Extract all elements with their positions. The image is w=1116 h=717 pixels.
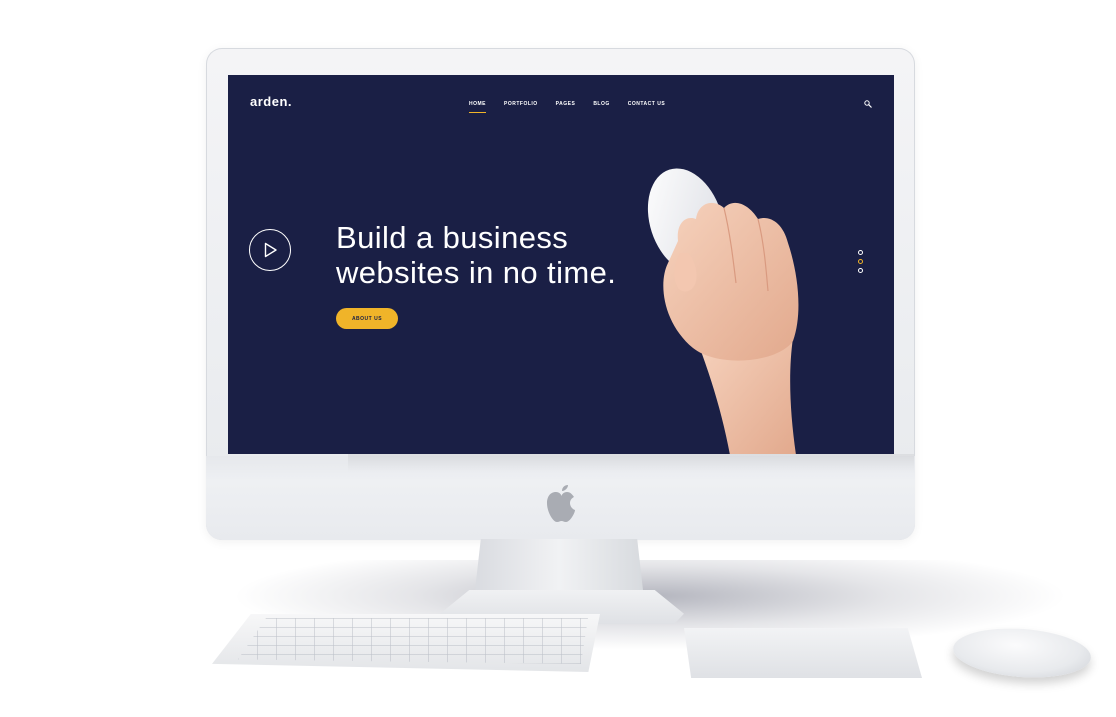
play-icon bbox=[264, 242, 277, 258]
about-us-button[interactable]: ABOUT US bbox=[336, 308, 398, 329]
nav-portfolio[interactable]: PORTFOLIO bbox=[504, 101, 538, 112]
chin-shadow bbox=[348, 454, 914, 472]
trackpad bbox=[684, 628, 922, 678]
nav-blog[interactable]: BLOG bbox=[593, 101, 609, 112]
nav-pages[interactable]: PAGES bbox=[556, 101, 576, 112]
website-screen: arden. HOME PORTFOLIO PAGES BLOG CONTACT… bbox=[228, 75, 894, 454]
play-button[interactable] bbox=[249, 229, 291, 271]
hero-headline-line1: Build a business bbox=[336, 220, 569, 255]
magic-mouse bbox=[951, 624, 1093, 682]
nav-home[interactable]: HOME bbox=[469, 101, 486, 113]
slider-dots bbox=[858, 250, 863, 277]
hero-headline: Build a business websites in no time. bbox=[336, 220, 656, 290]
search-icon[interactable] bbox=[864, 100, 872, 108]
site-logo[interactable]: arden. bbox=[250, 94, 292, 109]
slider-dot-1[interactable] bbox=[858, 250, 863, 255]
nav-contact-us[interactable]: CONTACT US bbox=[628, 101, 665, 112]
main-nav: HOME PORTFOLIO PAGES BLOG CONTACT US bbox=[469, 101, 683, 113]
slider-dot-3[interactable] bbox=[858, 268, 863, 273]
hand-mouse-image bbox=[647, 168, 799, 454]
apple-logo-icon bbox=[547, 485, 575, 522]
keyboard-keys bbox=[238, 618, 588, 664]
slider-dot-2[interactable] bbox=[858, 259, 863, 264]
hero-headline-line2: websites in no time. bbox=[336, 255, 617, 290]
